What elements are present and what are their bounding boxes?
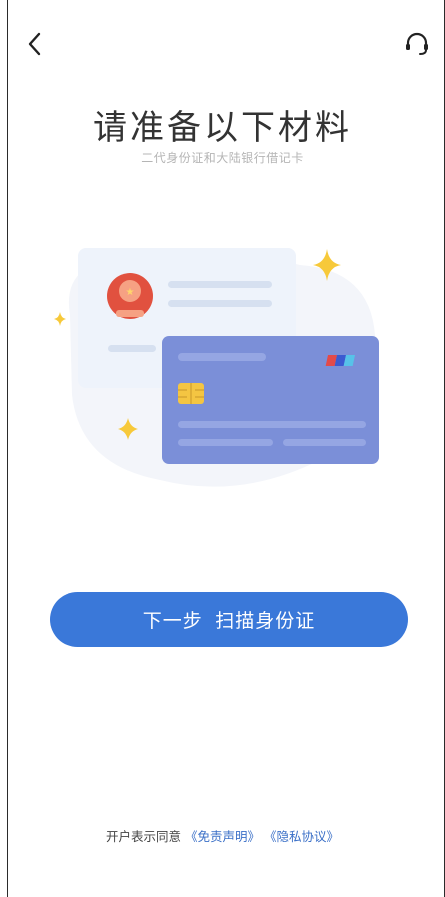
next-label: 下一步 <box>142 611 203 632</box>
id-and-bank-card-illustration: ★ <box>54 248 379 487</box>
back-button[interactable] <box>24 30 48 58</box>
svg-text:★: ★ <box>126 287 135 298</box>
next-scan-id-button[interactable]: 下一步 扫描身份证 <box>50 592 408 647</box>
headset-icon <box>406 32 428 55</box>
page-title: 请准备以下材料 <box>93 108 352 148</box>
disclaimer-link[interactable]: 《免责声明》 <box>185 829 260 844</box>
privacy-agreement-link[interactable]: 《隐私协议》 <box>264 829 339 844</box>
agreement-text: 开户表示同意 《免责声明》 《隐私协议》 <box>0 826 445 845</box>
agreement-prefix: 开户表示同意 <box>105 829 181 844</box>
bank-card-icon <box>162 336 379 464</box>
chevron-left-icon <box>28 32 41 56</box>
scan-id-label: 扫描身份证 <box>215 611 316 632</box>
customer-service-button[interactable] <box>403 31 431 57</box>
page-subtitle: 二代身份证和大陆银行借记卡 <box>141 151 304 165</box>
sparkle-icon <box>54 312 66 326</box>
